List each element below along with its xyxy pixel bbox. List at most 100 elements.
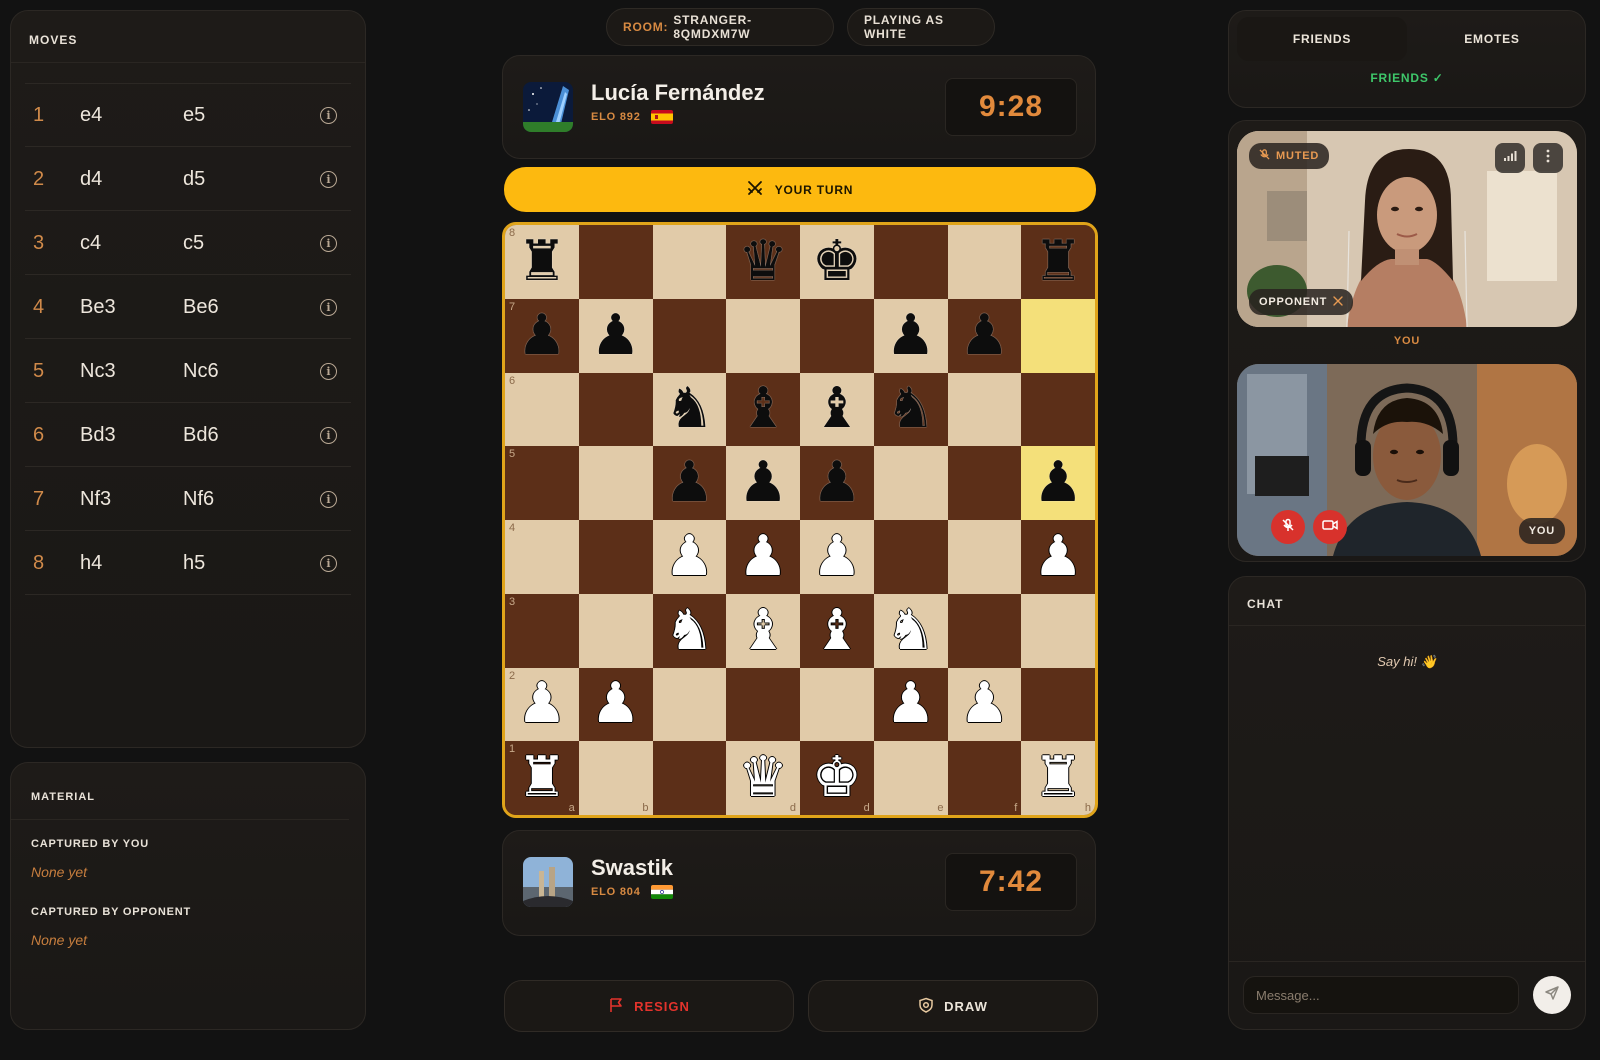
black-pawn-icon[interactable]: ♟ bbox=[591, 307, 641, 364]
black-pawn-icon[interactable]: ♟ bbox=[959, 307, 1009, 364]
chat-message-input[interactable] bbox=[1243, 976, 1519, 1014]
board-square[interactable]: ♝ bbox=[726, 593, 800, 668]
move-row[interactable]: 6 Bd3 Bd6 i bbox=[25, 403, 351, 467]
black-knight-icon[interactable]: ♞ bbox=[886, 381, 936, 437]
board-square[interactable]: 5 bbox=[505, 446, 579, 520]
board-square[interactable]: d ♛ bbox=[726, 741, 800, 815]
draw-button[interactable]: DRAW bbox=[808, 980, 1098, 1032]
move-row[interactable]: 7 Nf3 Nf6 i bbox=[25, 467, 351, 531]
board-square[interactable] bbox=[1021, 372, 1095, 447]
board-square[interactable]: ♜ bbox=[1021, 225, 1095, 299]
info-icon[interactable]: i bbox=[320, 170, 337, 188]
white-pawn-icon[interactable]: ♟ bbox=[886, 676, 936, 732]
black-queen-icon[interactable]: ♛ bbox=[738, 233, 788, 290]
board-square[interactable]: ♟ bbox=[800, 446, 874, 520]
black-rook-icon[interactable]: ♜ bbox=[1033, 233, 1083, 290]
board-square[interactable] bbox=[652, 225, 727, 299]
white-king-icon[interactable]: ♚ bbox=[812, 750, 862, 806]
board-square[interactable]: ♟ bbox=[1021, 446, 1095, 520]
board-square[interactable] bbox=[947, 593, 1022, 668]
black-rook-icon[interactable]: ♜ bbox=[517, 233, 567, 290]
black-pawn-icon[interactable]: ♟ bbox=[886, 307, 936, 364]
signal-button[interactable] bbox=[1495, 143, 1525, 173]
info-icon[interactable]: i bbox=[320, 106, 337, 124]
board-square[interactable] bbox=[800, 667, 874, 742]
send-button[interactable] bbox=[1533, 976, 1571, 1014]
board-square[interactable]: ♟ bbox=[726, 446, 800, 520]
black-knight-icon[interactable]: ♞ bbox=[664, 381, 714, 437]
white-pawn-icon[interactable]: ♟ bbox=[591, 676, 641, 732]
board-square[interactable] bbox=[800, 298, 874, 373]
board-square[interactable]: ♟ bbox=[873, 667, 948, 742]
move-row[interactable]: 4 Be3 Be6 i bbox=[25, 275, 351, 339]
camera-toggle-button[interactable] bbox=[1313, 510, 1347, 544]
board-square[interactable] bbox=[578, 520, 653, 594]
board-square[interactable]: ♞ bbox=[873, 372, 948, 447]
white-pawn-icon[interactable]: ♟ bbox=[517, 676, 567, 732]
white-rook-icon[interactable]: ♜ bbox=[1033, 750, 1083, 806]
move-row[interactable]: 5 Nc3 Nc6 i bbox=[25, 339, 351, 403]
white-pawn-icon[interactable]: ♟ bbox=[812, 528, 862, 585]
board-square[interactable]: ♟ bbox=[947, 298, 1022, 373]
board-square[interactable]: 2 ♟ bbox=[505, 667, 579, 742]
board-square[interactable]: ♞ bbox=[652, 593, 727, 668]
board-square[interactable]: 3 bbox=[505, 593, 579, 668]
board-square[interactable]: 1 a ♜ bbox=[505, 741, 579, 815]
board-square[interactable]: e bbox=[873, 741, 948, 815]
board-square[interactable] bbox=[947, 225, 1022, 299]
white-bishop-icon[interactable]: ♝ bbox=[738, 602, 788, 659]
tab-emotes[interactable]: EMOTES bbox=[1407, 17, 1577, 61]
black-pawn-icon[interactable]: ♟ bbox=[517, 307, 567, 364]
chess-board[interactable]: 8 ♜ ♛ ♚ ♜ 7 ♟ ♟ ♟ ♟ 6 ♞ ♝ ♝ ♞ 5 ♟ ♟ ♟ ♟ 4 ♟ ♟ ♟ ♟ 3 ♞ ♝ ♝ ♞ 2 ♟ ♟ ♟ ♟ 1 a ♜ b d… bbox=[502, 222, 1098, 818]
board-square[interactable] bbox=[652, 741, 727, 815]
board-square[interactable]: ♟ bbox=[873, 298, 948, 373]
white-pawn-icon[interactable]: ♟ bbox=[959, 676, 1009, 732]
board-square[interactable]: 4 bbox=[505, 520, 579, 594]
board-square[interactable] bbox=[652, 667, 727, 742]
board-square[interactable]: f bbox=[947, 741, 1022, 815]
black-pawn-icon[interactable]: ♟ bbox=[738, 455, 788, 511]
board-square[interactable]: ♝ bbox=[726, 372, 800, 447]
board-square[interactable]: ♟ bbox=[726, 520, 800, 594]
board-square[interactable]: ♛ bbox=[726, 225, 800, 299]
white-pawn-icon[interactable]: ♟ bbox=[738, 528, 788, 585]
board-square[interactable]: 6 bbox=[505, 372, 579, 447]
board-square[interactable] bbox=[578, 225, 653, 299]
board-square[interactable]: ♟ bbox=[578, 667, 653, 742]
info-icon[interactable]: i bbox=[320, 490, 337, 508]
move-row[interactable]: 3 c4 c5 i bbox=[25, 211, 351, 275]
move-row[interactable]: 1 e4 e5 i bbox=[25, 83, 351, 147]
white-bishop-icon[interactable]: ♝ bbox=[812, 602, 862, 659]
board-square[interactable] bbox=[947, 446, 1022, 520]
black-bishop-icon[interactable]: ♝ bbox=[738, 381, 788, 437]
board-square[interactable]: ♚ bbox=[800, 225, 874, 299]
board-square[interactable] bbox=[1021, 667, 1095, 742]
board-square[interactable]: ♟ bbox=[652, 446, 727, 520]
board-square[interactable] bbox=[726, 298, 800, 373]
board-square[interactable]: ♟ bbox=[652, 520, 727, 594]
move-row[interactable]: 8 h4 h5 i bbox=[25, 531, 351, 595]
white-queen-icon[interactable]: ♛ bbox=[738, 750, 788, 806]
board-square[interactable]: h ♜ bbox=[1021, 741, 1095, 815]
board-square[interactable] bbox=[947, 372, 1022, 447]
board-square[interactable]: ♝ bbox=[800, 372, 874, 447]
room-pill[interactable]: ROOM: STRANGER-8QMDXM7W bbox=[606, 8, 834, 46]
black-king-icon[interactable]: ♚ bbox=[812, 233, 862, 290]
board-square[interactable]: d ♚ bbox=[800, 741, 874, 815]
info-icon[interactable]: i bbox=[320, 426, 337, 444]
mic-toggle-button[interactable] bbox=[1271, 510, 1305, 544]
board-square[interactable]: ♞ bbox=[652, 372, 727, 447]
resign-button[interactable]: RESIGN bbox=[504, 980, 794, 1032]
white-rook-icon[interactable]: ♜ bbox=[517, 750, 567, 806]
board-square[interactable] bbox=[578, 446, 653, 520]
board-square[interactable] bbox=[726, 667, 800, 742]
white-knight-icon[interactable]: ♞ bbox=[886, 602, 936, 659]
board-square[interactable] bbox=[1021, 593, 1095, 668]
info-icon[interactable]: i bbox=[320, 554, 337, 572]
black-pawn-icon[interactable]: ♟ bbox=[812, 455, 862, 511]
board-square[interactable] bbox=[873, 446, 948, 520]
board-square[interactable]: ♟ bbox=[800, 520, 874, 594]
white-pawn-icon[interactable]: ♟ bbox=[664, 528, 714, 585]
board-square[interactable]: ♟ bbox=[578, 298, 653, 373]
black-pawn-icon[interactable]: ♟ bbox=[664, 455, 714, 511]
